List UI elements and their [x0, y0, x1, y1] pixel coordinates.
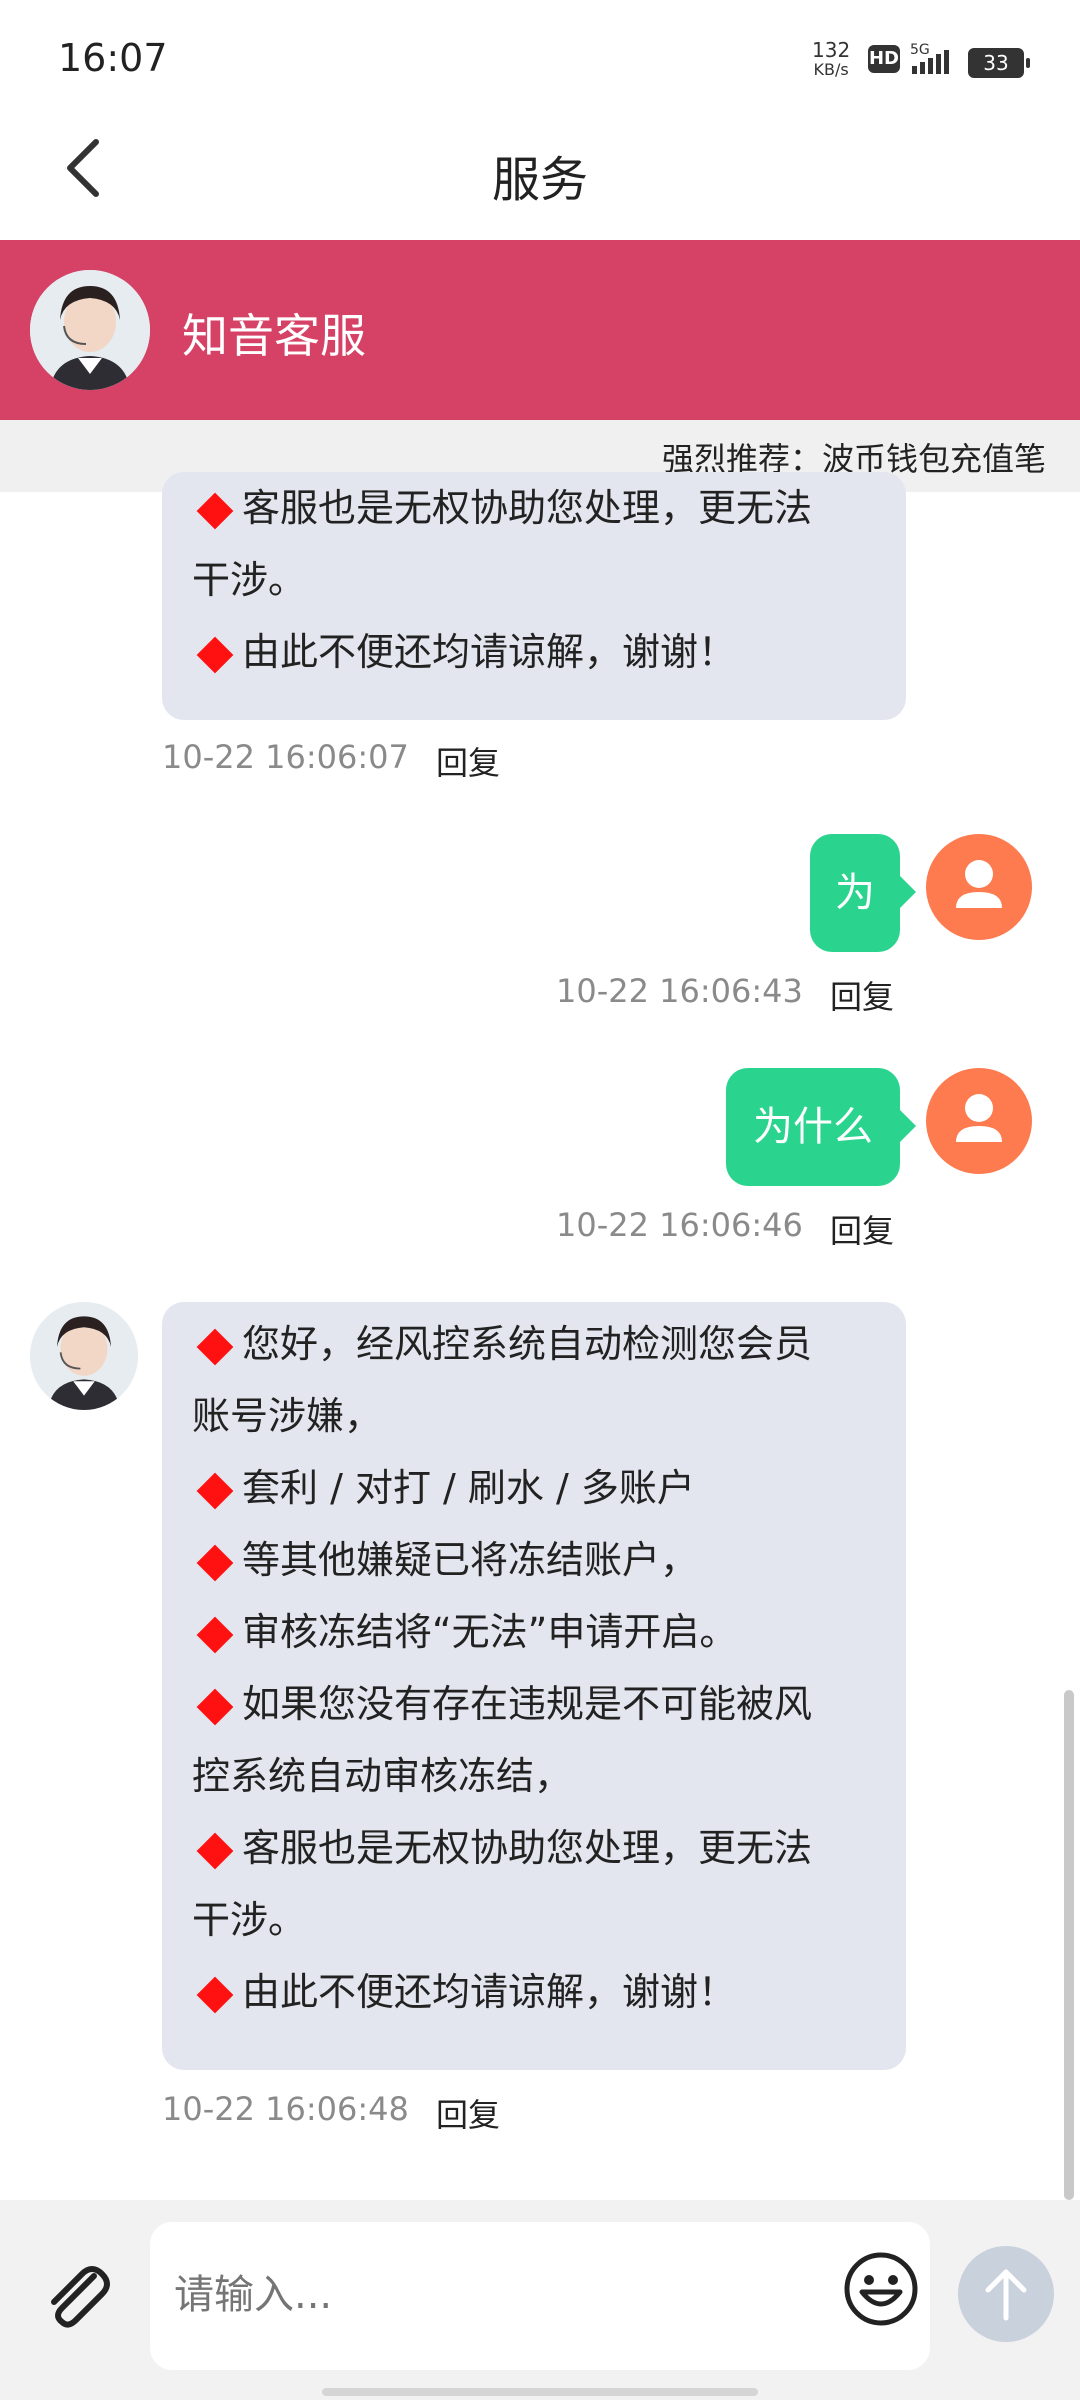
message-line: 等其他嫌疑已将冻结账户， — [192, 1524, 876, 1596]
person-icon — [956, 1094, 1002, 1142]
red-diamond-icon — [196, 1976, 234, 2013]
network-speed-value: 132 — [812, 38, 851, 62]
signal-icon: 5G — [910, 42, 949, 74]
battery-indicator: 33 — [968, 48, 1030, 78]
person-icon — [956, 860, 1002, 908]
reply-link[interactable]: 回复 — [830, 1206, 894, 1252]
message-timestamp: 10-22 16:06:43 — [556, 972, 803, 1010]
message-line: 审核冻结将“无法”申请开启。 — [192, 1596, 876, 1668]
arrow-up-icon — [985, 2269, 1027, 2321]
agent-message-bubble: 客服也是无权协助您处理，更无法 干涉。 由此不便还均请谅解，谢谢！ — [162, 472, 906, 720]
network-speed: 132 KB/s — [812, 40, 850, 80]
red-diamond-icon — [196, 1688, 234, 1725]
message-line: 控系统自动审核冻结， — [192, 1754, 573, 1798]
network-gen: 5G — [910, 42, 930, 58]
home-indicator[interactable] — [322, 2388, 758, 2396]
user-avatar[interactable] — [926, 834, 1032, 940]
network-speed-unit: KB/s — [813, 60, 849, 79]
message-input[interactable] — [172, 2262, 776, 2328]
message-input-box[interactable] — [150, 2222, 930, 2370]
reply-link[interactable]: 回复 — [830, 972, 894, 1018]
message-line: 客服也是无权协助您处理，更无法 — [192, 472, 876, 544]
message-line: 套利 / 对打 / 刷水 / 多账户 — [192, 1452, 876, 1524]
agent-avatar[interactable] — [30, 270, 150, 390]
red-diamond-icon — [196, 1832, 234, 1869]
red-diamond-icon — [196, 1616, 234, 1653]
message-line: 您好，经风控系统自动检测您会员 — [192, 1308, 876, 1380]
user-avatar[interactable] — [926, 1068, 1032, 1174]
agent-message-bubble: 您好，经风控系统自动检测您会员 账号涉嫌， 套利 / 对打 / 刷水 / 多账户… — [162, 1302, 906, 2070]
red-diamond-icon — [196, 1472, 234, 1509]
user-message-bubble: 为 — [810, 834, 916, 952]
message-line: 由此不便还均请谅解，谢谢！ — [192, 1956, 876, 2028]
agent-name: 知音客服 — [182, 309, 366, 363]
red-diamond-icon — [196, 1544, 234, 1581]
agent-header — [0, 240, 1080, 420]
reply-link[interactable]: 回复 — [436, 2090, 500, 2136]
smile-icon[interactable] — [842, 2250, 920, 2328]
message-line: 如果您没有存在违规是不可能被风 — [192, 1668, 876, 1740]
message-line: 干涉。 — [192, 1898, 307, 1942]
message-line: 账号涉嫌， — [192, 1394, 383, 1438]
message-timestamp: 10-22 16:06:48 — [162, 2090, 409, 2128]
chat-scrollbar[interactable] — [1064, 1690, 1074, 2200]
message-line: 干涉。 — [192, 558, 307, 602]
message-line: 客服也是无权协助您处理，更无法 — [192, 1812, 876, 1884]
reply-link[interactable]: 回复 — [436, 738, 500, 784]
status-time: 16:07 — [58, 36, 168, 80]
red-diamond-icon — [196, 636, 234, 673]
message-timestamp: 10-22 16:06:46 — [556, 1206, 803, 1244]
user-message-bubble: 为什么 — [726, 1068, 916, 1186]
agent-avatar[interactable] — [30, 1302, 138, 1410]
red-diamond-icon — [196, 1328, 234, 1365]
send-button[interactable] — [958, 2246, 1054, 2342]
red-diamond-icon — [196, 492, 234, 529]
page-title: 服务 — [491, 152, 588, 208]
paperclip-icon[interactable] — [36, 2254, 116, 2334]
message-timestamp: 10-22 16:06:07 — [162, 738, 409, 776]
message-line: 由此不便还均请谅解，谢谢！ — [192, 616, 876, 688]
status-bar: 16:07 132 KB/s HD 5G 33 — [0, 0, 1080, 120]
hd-badge: HD — [868, 45, 900, 73]
